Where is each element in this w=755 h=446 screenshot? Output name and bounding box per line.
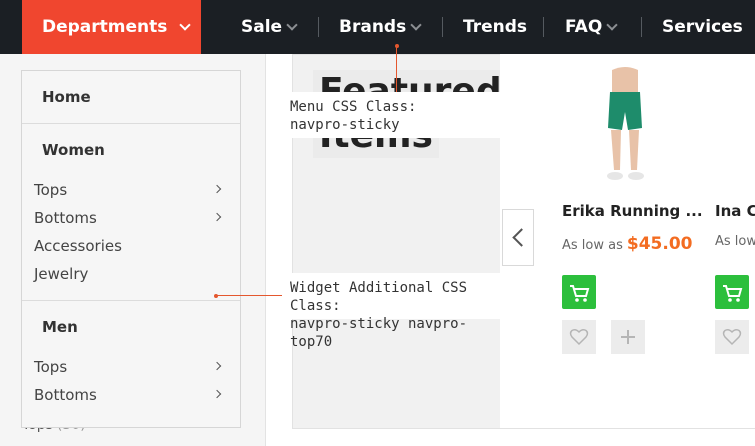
chevron-down-icon [410, 18, 422, 31]
price-prefix: As low [715, 234, 755, 249]
menu-heading-men[interactable]: Men [42, 318, 78, 336]
callout-title: Menu CSS Class: [290, 99, 417, 115]
chevron-down-icon [606, 18, 618, 31]
chevron-down-icon [179, 18, 192, 31]
product-image[interactable] [580, 66, 670, 190]
carousel-prev-button[interactable] [502, 209, 534, 266]
chevron-left-icon [511, 228, 531, 247]
widget-css-class-callout: Widget Additional CSS Class: navpro-stic… [282, 273, 515, 350]
nav-item-faq[interactable]: FAQ [565, 0, 618, 54]
cart-icon [723, 285, 743, 302]
add-to-cart-button[interactable] [562, 275, 596, 309]
nav-divider [543, 17, 544, 37]
chevron-down-icon [286, 18, 298, 31]
nav-item-label: Trends [463, 17, 528, 37]
chevron-right-icon [212, 389, 222, 399]
callout-value: navpro-sticky [290, 117, 400, 133]
callout-pointer-line [216, 295, 282, 296]
menu-item-women-accessories[interactable]: Accessories [34, 237, 122, 255]
top-navigation-bar: Departments Sale Brands Trends FAQ Servi… [0, 0, 755, 54]
nav-item-label: Sale [241, 17, 283, 37]
product-price: As low as $45.00 [562, 234, 692, 254]
price-prefix: As low as [562, 238, 623, 253]
menu-divider [22, 123, 240, 124]
add-to-compare-button[interactable] [611, 320, 645, 354]
product-price: As low [715, 234, 755, 249]
add-to-wishlist-button[interactable] [562, 320, 596, 354]
menu-item-men-tops[interactable]: Tops [34, 358, 67, 376]
departments-dropdown-menu: Home Women Tops Bottoms Accessories Jewe… [21, 70, 241, 428]
menu-heading-women[interactable]: Women [42, 141, 105, 159]
departments-label: Departments [42, 17, 168, 37]
nav-item-label: Services [662, 17, 743, 37]
nav-item-label: FAQ [565, 17, 603, 37]
add-to-cart-button[interactable] [715, 275, 749, 309]
nav-item-trends[interactable]: Trends [463, 0, 527, 54]
nav-divider [641, 17, 642, 37]
chevron-right-icon [212, 184, 222, 194]
menu-item-women-bottoms[interactable]: Bottoms [34, 209, 97, 227]
price-value: $45.00 [626, 234, 693, 254]
menu-item-home[interactable]: Home [42, 88, 91, 106]
add-to-wishlist-button[interactable] [715, 320, 749, 354]
nav-item-sale[interactable]: Sale [241, 0, 298, 54]
chevron-right-icon [212, 212, 222, 222]
product-name-link[interactable]: Ina Co [715, 202, 755, 220]
nav-item-services[interactable]: Services [662, 0, 743, 54]
heart-icon [722, 329, 742, 346]
heart-icon [569, 329, 589, 346]
nav-item-brands[interactable]: Brands [339, 0, 422, 54]
menu-item-women-tops[interactable]: Tops [34, 181, 67, 199]
menu-item-men-bottoms[interactable]: Bottoms [34, 386, 97, 404]
menu-item-women-jewelry[interactable]: Jewelry [34, 265, 88, 283]
callout-pointer-line [396, 46, 397, 92]
product-name-link[interactable]: Erika Running ... [562, 202, 703, 220]
menu-divider [22, 300, 240, 301]
menu-css-class-callout: Menu CSS Class: navpro-sticky [282, 92, 515, 138]
chevron-right-icon [212, 361, 222, 371]
plus-icon [621, 330, 635, 344]
callout-value: navpro-sticky navpro-top70 [290, 316, 468, 350]
cart-icon [570, 285, 590, 302]
callout-title: Widget Additional CSS Class: [290, 280, 468, 314]
nav-item-label: Brands [339, 17, 407, 37]
nav-divider [442, 17, 443, 37]
departments-button[interactable]: Departments [22, 0, 201, 54]
nav-divider [318, 17, 319, 37]
